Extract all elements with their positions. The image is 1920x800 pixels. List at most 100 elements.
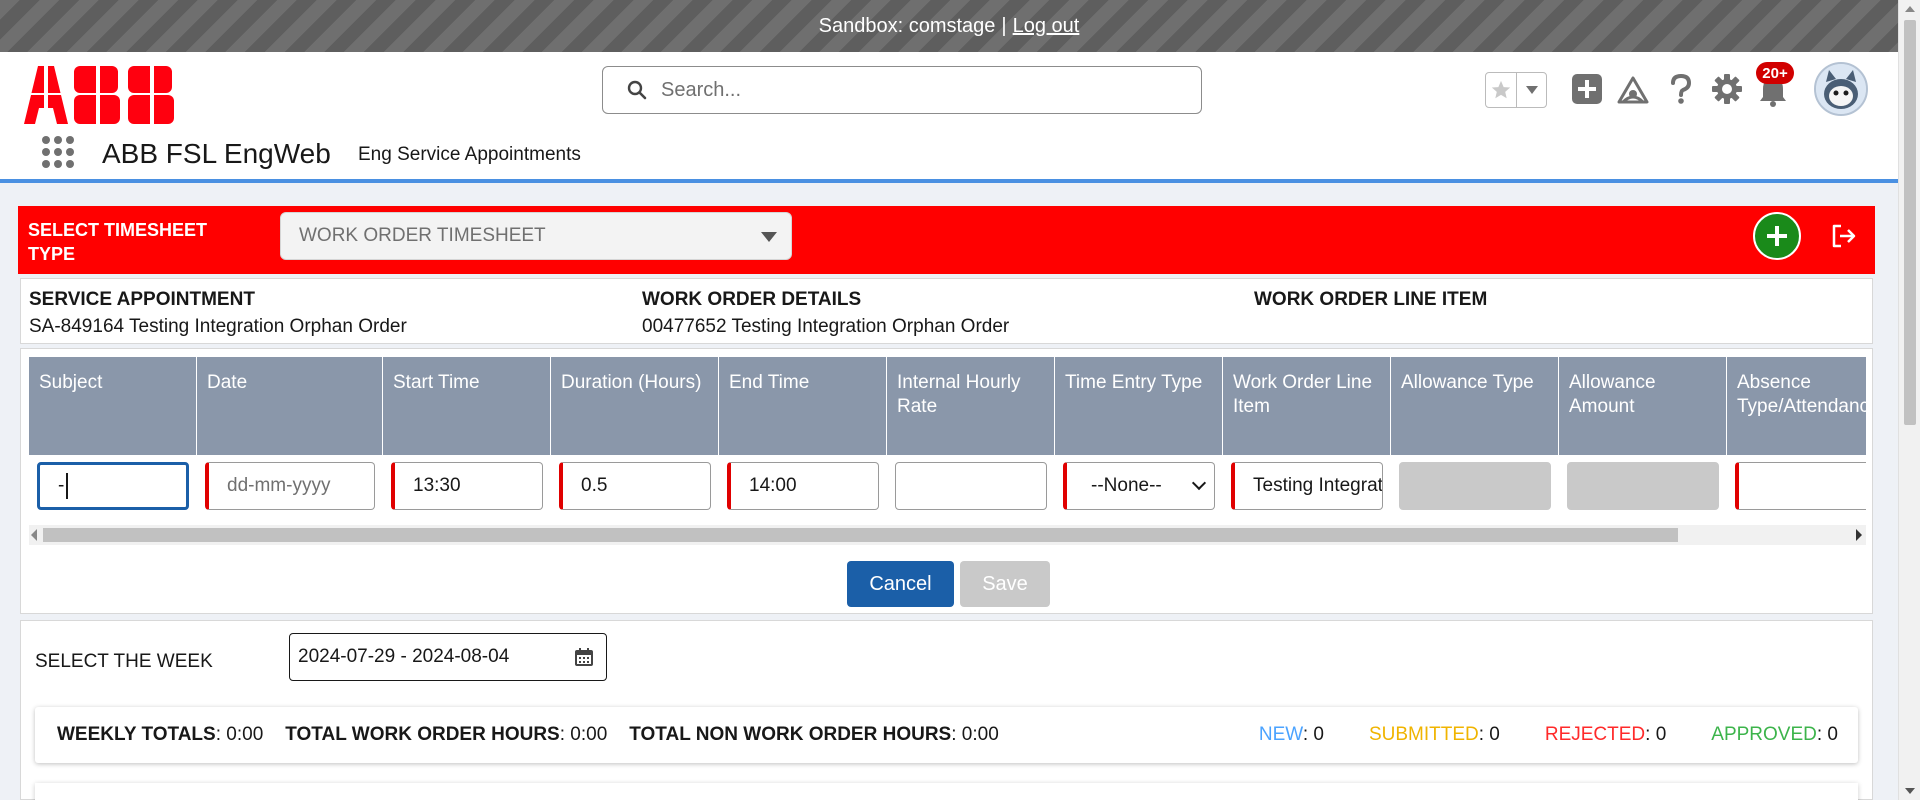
logout-link[interactable]: Log out — [1013, 15, 1080, 38]
start-time-cell: 13:30 — [383, 455, 551, 517]
column-header-allowance-type: Allowance Type — [1391, 357, 1559, 455]
scroll-up-arrow[interactable] — [1905, 6, 1915, 12]
work-order-line-item-heading: WORK ORDER LINE ITEM — [1254, 289, 1488, 310]
status-new-value: : 0 — [1302, 724, 1324, 745]
duration-input[interactable]: 0.5 — [559, 462, 711, 510]
subject-input[interactable]: - — [37, 462, 189, 510]
notification-count-badge: 20+ — [1756, 62, 1794, 84]
date-cell: dd-mm-yyyy — [197, 455, 383, 517]
status-new-label: NEW — [1258, 724, 1303, 745]
date-input[interactable]: dd-mm-yyyy — [205, 462, 375, 510]
status-rejected-value: : 0 — [1645, 724, 1667, 745]
scroll-down-arrow[interactable] — [1905, 788, 1915, 794]
start-time-input[interactable]: 13:30 — [391, 462, 543, 510]
status-submitted-value: : 0 — [1478, 724, 1500, 745]
time-entry-type-cell: --None-- — [1055, 455, 1223, 517]
page-scrollbar-thumb[interactable] — [1904, 20, 1916, 425]
trailhead-icon — [1617, 76, 1649, 104]
week-range-input[interactable]: 2024-07-29 - 2024-08-04 — [289, 633, 607, 681]
add-entry-button[interactable] — [1753, 212, 1801, 260]
trailhead-button[interactable] — [1616, 72, 1650, 106]
absence-type-cell — [1727, 455, 1866, 517]
subject-cell: - — [29, 455, 197, 517]
save-button[interactable]: Save — [960, 561, 1050, 607]
status-rejected: REJECTED: 0 — [1545, 724, 1666, 746]
end-time-input[interactable]: 14:00 — [727, 462, 879, 510]
cancel-button[interactable]: Cancel — [847, 561, 954, 607]
end-time-cell: 14:00 — [719, 455, 887, 517]
work-order-details-value: 00477652 Testing Integration Orphan Orde… — [642, 316, 1010, 337]
column-header-duration: Duration (Hours) — [551, 357, 719, 455]
non-work-order-hours-value: : 0:00 — [951, 724, 999, 745]
favorite-button[interactable] — [1486, 73, 1516, 107]
absence-type-input[interactable] — [1735, 462, 1866, 510]
internal-hourly-rate-input[interactable] — [895, 462, 1047, 510]
service-appointment-heading: SERVICE APPOINTMENT — [29, 289, 255, 310]
work-order-hours-label: TOTAL WORK ORDER HOURS — [285, 724, 560, 745]
column-header-allowance-amount: Allowance Amount — [1559, 357, 1727, 455]
non-work-order-hours: TOTAL NON WORK ORDER HOURS: 0:00 — [629, 724, 999, 746]
work-order-details-info: WORK ORDER DETAILS 00477652 Testing Inte… — [642, 289, 1009, 338]
sandbox-banner: Sandbox: comstage | Log out — [0, 0, 1898, 52]
calendar-icon[interactable] — [574, 647, 594, 667]
column-header-date: Date — [197, 357, 383, 455]
work-order-line-item-info: WORK ORDER LINE ITEM — [1254, 289, 1487, 316]
help-button[interactable] — [1664, 72, 1698, 106]
timesheet-type-label: SELECT TIMESHEET TYPE — [28, 220, 208, 264]
weekly-totals-label: WEEKLY TOTALS — [57, 724, 216, 745]
status-submitted-label: SUBMITTED — [1368, 724, 1479, 745]
search-icon — [627, 80, 647, 100]
internal-hourly-rate-cell — [887, 455, 1055, 517]
search-input[interactable] — [661, 78, 1161, 102]
select-week-label: SELECT THE WEEK — [35, 651, 213, 672]
week-range-value: 2024-07-29 - 2024-08-04 — [298, 646, 510, 667]
abb-logo[interactable] — [24, 62, 182, 124]
gear-icon — [1712, 74, 1742, 104]
column-header-time-entry-type: Time Entry Type — [1055, 357, 1223, 455]
column-header-internal-hourly-rate: Internal Hourly Rate — [887, 357, 1055, 455]
column-header-subject: Subject — [29, 357, 197, 455]
weekly-totals-bar: WEEKLY TOTALS : 0:00 TOTAL WORK ORDER HOU… — [35, 707, 1858, 763]
user-avatar-icon — [1816, 64, 1866, 114]
scroll-left-arrow[interactable] — [31, 529, 37, 541]
favorites-list-button[interactable] — [1516, 73, 1546, 107]
grid-horizontal-scrollbar[interactable] — [29, 525, 1866, 545]
global-search[interactable] — [602, 66, 1202, 114]
status-approved: APPROVED: 0 — [1711, 724, 1838, 746]
subject-value: - — [58, 475, 65, 496]
global-actions-button[interactable] — [1570, 72, 1604, 106]
app-launcher[interactable] — [42, 136, 78, 172]
work-order-info-card: SERVICE APPOINTMENT SA-849164 Testing In… — [20, 278, 1873, 344]
allowance-type-input — [1399, 462, 1551, 510]
work-order-details-heading: WORK ORDER DETAILS — [642, 289, 862, 310]
time-entry-grid: Subject Date Start Time Duration (Hours)… — [29, 357, 1866, 517]
page-vertical-scrollbar[interactable] — [1898, 0, 1920, 800]
tab-eng-service-appointments[interactable]: Eng Service Appointments — [358, 144, 581, 166]
column-header-absence-type: Absence Type/Attendance Type — [1727, 357, 1866, 455]
status-new: NEW: 0 — [1259, 724, 1324, 746]
scrollbar-thumb[interactable] — [43, 528, 1678, 542]
status-submitted: SUBMITTED: 0 — [1369, 724, 1500, 746]
allowance-type-cell — [1391, 455, 1559, 517]
service-appointment-value: SA-849164 Testing Integration Orphan Ord… — [29, 316, 407, 337]
status-approved-label: APPROVED — [1711, 724, 1817, 745]
work-order-line-item-input[interactable]: Testing Integration Orphan Order — [1231, 462, 1383, 510]
avatar[interactable] — [1814, 62, 1868, 116]
app-name: ABB FSL EngWeb — [102, 138, 331, 169]
status-rejected-label: REJECTED — [1544, 724, 1646, 745]
timesheet-type-bar: SELECT TIMESHEET TYPE WORK ORDER TIMESHE… — [18, 206, 1875, 274]
add-icon — [1572, 74, 1602, 104]
status-approved-value: : 0 — [1816, 724, 1838, 745]
plus-icon — [1767, 226, 1787, 246]
scroll-right-arrow[interactable] — [1856, 529, 1862, 541]
work-order-hours-value: : 0:00 — [559, 724, 608, 745]
table-row: - dd-mm-yyyy 13:30 0.5 14:00 --None-- Te… — [29, 455, 1866, 517]
setup-button[interactable] — [1710, 72, 1744, 106]
sandbox-separator: | — [1001, 14, 1007, 37]
duration-cell: 0.5 — [551, 455, 719, 517]
timesheet-type-select[interactable]: WORK ORDER TIMESHEET — [280, 212, 792, 260]
exit-icon[interactable] — [1830, 222, 1858, 250]
allowance-amount-input — [1567, 462, 1719, 510]
time-entry-type-select[interactable]: --None-- — [1063, 462, 1215, 510]
column-header-end-time: End Time — [719, 357, 887, 455]
